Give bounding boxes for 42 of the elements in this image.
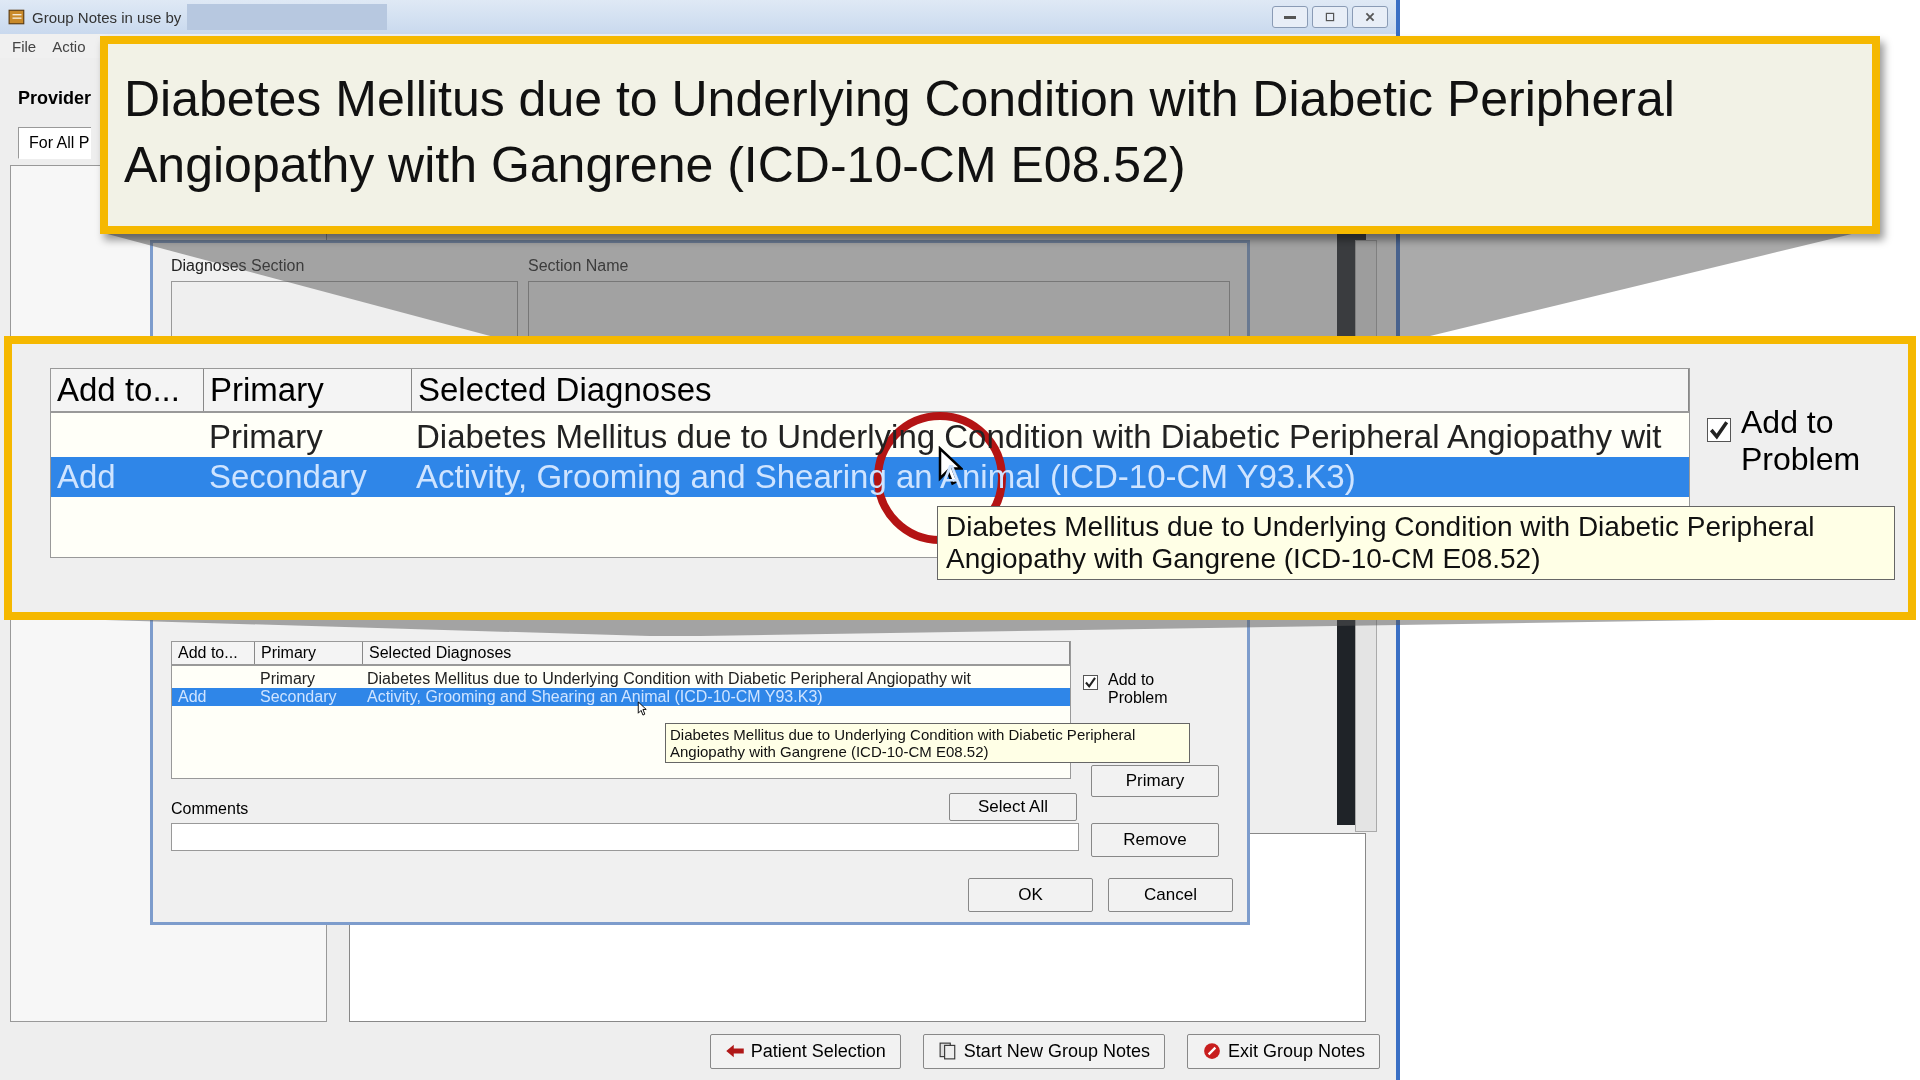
column-header[interactable]: Primary	[255, 642, 363, 664]
exit-icon	[1201, 1042, 1222, 1060]
column-header[interactable]: Primary	[204, 369, 412, 411]
tooltip: Diabetes Mellitus due to Underlying Condition with Diabetic Peripheral Angiopathy with Gangrene (ICD-10-CM E08.52)	[665, 723, 1190, 763]
comments-label: Comments	[171, 800, 249, 818]
select-all-button[interactable]: Select All	[949, 793, 1077, 821]
provider-label: Provider	[18, 88, 92, 109]
maximize-icon	[1324, 11, 1336, 23]
checkbox-label: Add to Problem	[1741, 404, 1862, 478]
documents-icon	[937, 1042, 958, 1060]
window-title: Group Notes in use by	[32, 8, 182, 26]
left-arrow-icon	[724, 1042, 745, 1060]
tab[interactable]: For All P	[18, 127, 92, 159]
comments-field[interactable]	[171, 823, 1079, 851]
tooltip-text: Diabetes Mellitus due to Underlying Condition with Diabetic Peripheral Angiopathy with Gangrene (ICD-10-CM E08.52)	[124, 70, 1676, 195]
section-label: Diagnoses Section	[171, 257, 305, 275]
column-header[interactable]: Selected Diagnoses	[412, 369, 1689, 411]
column-header[interactable]: Add to...	[51, 369, 204, 411]
checkbox[interactable]	[1083, 675, 1098, 690]
maximize-button[interactable]	[1312, 6, 1348, 28]
checkbox-label: Add to Problem	[1108, 671, 1169, 708]
checkbox[interactable]	[1707, 418, 1731, 442]
toolbar-button[interactable]: Patient Selection	[709, 1033, 901, 1069]
close-icon	[1364, 11, 1376, 23]
column-header[interactable]: Selected Diagnoses	[363, 642, 1070, 664]
toolbar-button[interactable]: Start New Group Notes	[922, 1033, 1165, 1069]
cursor-icon	[637, 701, 647, 716]
ok-button[interactable]: OK	[968, 878, 1093, 912]
close-button[interactable]	[1352, 6, 1388, 28]
toolbar-button[interactable]: Exit Group Notes	[1186, 1033, 1380, 1069]
menu-item[interactable]: Actio	[52, 37, 86, 55]
notebook-icon	[8, 8, 26, 26]
diagnosis-row[interactable]: Primary Diabetes Mellitus due to Underlying Condition with Diabetic Peripheral Angiopathy wit	[172, 670, 1070, 688]
cancel-button[interactable]: Cancel	[1108, 878, 1233, 912]
tooltip: Diabetes Mellitus due to Underlying Condition with Diabetic Peripheral Angiopathy with Gangrene (ICD-10-CM E08.52)	[937, 506, 1895, 580]
remove-button[interactable]: Remove	[1091, 823, 1219, 857]
minimize-button[interactable]	[1272, 6, 1308, 28]
minimize-icon	[1284, 15, 1296, 19]
menu-item[interactable]: File	[12, 37, 37, 55]
column-header[interactable]: Add to...	[172, 642, 255, 664]
primary-button[interactable]: Primary	[1091, 765, 1219, 797]
section-label: Section Name	[528, 257, 629, 275]
